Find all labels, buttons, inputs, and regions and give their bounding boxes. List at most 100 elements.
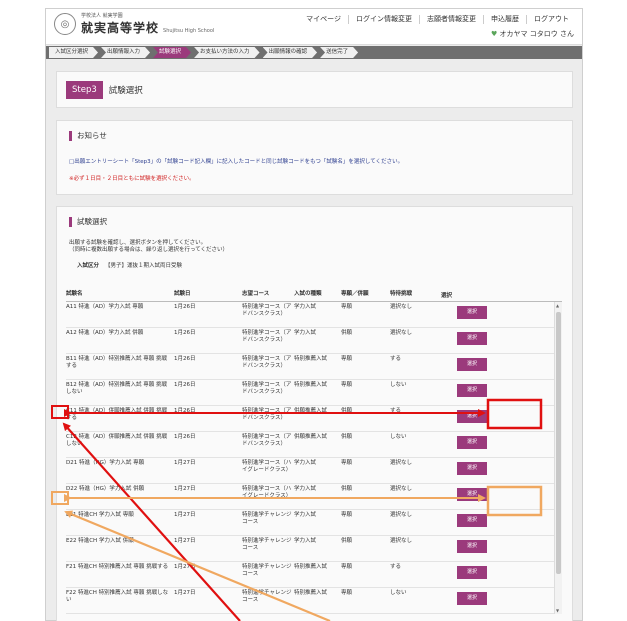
selection-title: 試験選択 xyxy=(69,217,560,227)
nav-history[interactable]: 申込履歴 xyxy=(484,15,527,24)
category-label: 入試区分 xyxy=(77,263,100,269)
instruction-note: （同時に複数出願する場合は、繰り返し選択を行ってください） xyxy=(69,247,229,253)
plan-cell: 専願 xyxy=(341,564,353,570)
exam-type-cell: 学力入試 xyxy=(294,486,317,492)
table-row: A11 特進（AD）学力入試 専願 1月26日 特別進学コース（アドバンスクラス）学… xyxy=(66,302,562,328)
table-row: A12 特進（AD）学力入試 併願 1月26日 特別進学コース（アドバンスクラス）学… xyxy=(66,328,562,354)
notice-text: □出願エントリーシート「Step3」の「試験コード記入欄」に記入したコードと同じ… xyxy=(69,159,404,165)
exam-name-cell: D21 特進（HG）学力入試 専願 xyxy=(66,460,145,466)
challenge-cell: する xyxy=(390,564,402,570)
plan-cell: 専願 xyxy=(341,512,353,518)
table-row: C12 特進（AD）併願推薦入試 併願 挑戦しない 1月26日 特別進学コース（アド… xyxy=(66,432,562,458)
nav-login-info[interactable]: ログイン情報変更 xyxy=(349,15,420,24)
exam-name-cell: B12 特進（AD）特別推薦入試 専願 挑戦しない xyxy=(66,382,168,395)
user-info: ♥ オカヤマ コタロウ さん xyxy=(491,29,574,39)
select-button[interactable]: 選択 xyxy=(457,462,487,475)
exam-date-cell: 1月26日 xyxy=(174,434,196,440)
course-cell: 特別進学コース（アドバンスクラス） xyxy=(242,408,292,421)
select-button[interactable]: 選択 xyxy=(457,384,487,397)
course-cell: 特別進学コース（ハイグレードクラス） xyxy=(242,460,292,473)
exam-category: 入試区分 【男子】運抜１期入試両日受験 xyxy=(77,261,560,269)
table-row: F21 特進CH 特別推薦入試 専願 挑戦する 1月27日 特別進学チャレンジコース… xyxy=(66,562,562,588)
select-button[interactable]: 選択 xyxy=(457,358,487,371)
progress-steps: 入試区分選択 出願情報入力 試験選択 お支払い方法の入力 出願情報の確認 送信完… xyxy=(46,46,582,59)
challenge-cell: 選択なし xyxy=(390,486,413,492)
table-row: E22 特進CH 学力入試 併願 1月27日 特別進学チャレンジコース 学力入試 併願 選… xyxy=(66,536,562,562)
header-challenge: 特待挑戦 xyxy=(390,291,413,297)
table-row: B11 特進（AD）特別推薦入試 専願 挑戦する 1月26日 特別進学コース（アドバ… xyxy=(66,354,562,380)
table-row: F22 特進CH 特別推薦入試 専願 挑戦しない 1月27日 特別進学チャレンジコー… xyxy=(66,588,562,614)
plan-cell: 併願 xyxy=(341,434,353,440)
exam-type-cell: 併願推薦入試 xyxy=(294,408,328,414)
exam-date-cell: 1月26日 xyxy=(174,356,196,362)
exam-type-cell: 学力入試 xyxy=(294,304,317,310)
plan-cell: 併願 xyxy=(341,330,353,336)
select-button[interactable]: 選択 xyxy=(457,436,487,449)
course-cell: 特別進学コース（アドバンスクラス） xyxy=(242,356,292,369)
course-cell: 特別進学コース（アドバンスクラス） xyxy=(242,304,292,317)
select-button[interactable]: 選択 xyxy=(457,566,487,579)
exam-date-cell: 1月26日 xyxy=(174,382,196,388)
challenge-cell: 選択なし xyxy=(390,538,413,544)
nav-mypage[interactable]: マイページ xyxy=(299,15,349,24)
site-header: ◎ 学校法人 就実学園 就実高等学校 Shujitsu High School マ… xyxy=(46,9,582,45)
notice-panel: お知らせ □出願エントリーシート「Step3」の「試験コード記入欄」に記入したコ… xyxy=(56,120,573,195)
exam-date-cell: 1月27日 xyxy=(174,460,196,466)
table-header: 試験名 試験日 志望コース 入試の種類 専願／併願 特待挑戦 選択 xyxy=(66,290,562,302)
exam-type-cell: 特別推薦入試 xyxy=(294,590,328,596)
course-cell: 特別進学コース（ハイグレードクラス） xyxy=(242,486,292,499)
plan-cell: 専願 xyxy=(341,460,353,466)
exam-type-cell: 特別推薦入試 xyxy=(294,382,328,388)
course-cell: 特別進学コース（アドバンスクラス） xyxy=(242,330,292,343)
page-title: 試験選択 xyxy=(108,85,143,96)
course-cell: 特別進学コース（アドバンスクラス） xyxy=(242,434,292,447)
exam-date-cell: 1月27日 xyxy=(174,590,196,596)
select-button[interactable]: 選択 xyxy=(457,488,487,501)
challenge-cell: 選択なし xyxy=(390,304,413,310)
page-frame: ◎ 学校法人 就実学園 就実高等学校 Shujitsu High School マ… xyxy=(45,8,583,621)
step-complete: 送信完了 xyxy=(320,47,358,58)
notice-warning: ※必ず１日目・２日目ともに試験を選択ください。 xyxy=(69,176,195,182)
header-nav: マイページ ログイン情報変更 志願者情報変更 申込履歴 ログアウト xyxy=(299,15,576,24)
challenge-cell: しない xyxy=(390,434,407,440)
table-row: D21 特進（HG）学力入試 専願 1月27日 特別進学コース（ハイグレードクラス）… xyxy=(66,458,562,484)
challenge-cell: する xyxy=(390,356,402,362)
table-scrollbar[interactable]: ▲ ▼ xyxy=(554,302,562,614)
course-cell: 特別進学チャレンジコース xyxy=(242,564,292,577)
logo-main-text: 就実高等学校 xyxy=(81,20,160,35)
select-button[interactable]: 選択 xyxy=(457,540,487,553)
nav-applicant-info[interactable]: 志願者情報変更 xyxy=(420,15,484,24)
table-body: A11 特進（AD）学力入試 専願 1月26日 特別進学コース（アドバンスクラス）学… xyxy=(66,302,562,614)
exam-date-cell: 1月27日 xyxy=(174,564,196,570)
nav-logout[interactable]: ログアウト xyxy=(527,15,576,24)
exam-name-cell: C11 特進（AD）併願推薦入試 併願 挑戦する xyxy=(66,408,168,421)
select-button[interactable]: 選択 xyxy=(457,332,487,345)
scroll-up-icon[interactable]: ▲ xyxy=(556,303,559,308)
header-exam-type: 入試の種類 xyxy=(294,291,322,297)
select-button[interactable]: 選択 xyxy=(457,592,487,605)
exam-name-cell: F21 特進CH 特別推薦入試 専願 挑戦する xyxy=(66,564,169,570)
exam-name-cell: F22 特進CH 特別推薦入試 専願 挑戦しない xyxy=(66,590,169,603)
logo-english-text: Shujitsu High School xyxy=(163,27,215,34)
challenge-cell: する xyxy=(390,408,402,414)
exam-date-cell: 1月26日 xyxy=(174,408,196,414)
logo-small-text: 学校法人 就実学園 xyxy=(81,12,123,19)
select-button[interactable]: 選択 xyxy=(457,410,487,423)
select-button[interactable]: 選択 xyxy=(457,306,487,319)
instruction-text: 出願する試験を確認し、選択ボタンを押してください。 xyxy=(69,240,207,246)
exam-type-cell: 学力入試 xyxy=(294,512,317,518)
school-logo[interactable]: ◎ 学校法人 就実学園 就実高等学校 Shujitsu High School xyxy=(54,13,214,35)
exam-table: 試験名 試験日 志望コース 入試の種類 専願／併願 特待挑戦 選択 A11 特進… xyxy=(66,290,562,615)
select-button[interactable]: 選択 xyxy=(457,514,487,527)
table-row: C11 特進（AD）併願推薦入試 併願 挑戦する 1月26日 特別進学コース（アドバ… xyxy=(66,406,562,432)
exam-name-cell: E21 特進CH 学力入試 専願 xyxy=(66,512,134,518)
course-cell: 特別進学チャレンジコース xyxy=(242,590,292,603)
step-badge: Step3 xyxy=(66,80,103,99)
exam-name-cell: B11 特進（AD）特別推薦入試 専願 挑戦する xyxy=(66,356,168,369)
scroll-down-icon[interactable]: ▼ xyxy=(556,608,559,613)
school-emblem-icon: ◎ xyxy=(54,13,76,35)
course-cell: 特別進学コース（アドバンスクラス） xyxy=(242,382,292,395)
table-row: D22 特進（HG）学力入試 併願 1月27日 特別進学コース（ハイグレードクラス）… xyxy=(66,484,562,510)
notice-title: お知らせ xyxy=(69,131,560,141)
scroll-thumb[interactable] xyxy=(556,312,561,574)
